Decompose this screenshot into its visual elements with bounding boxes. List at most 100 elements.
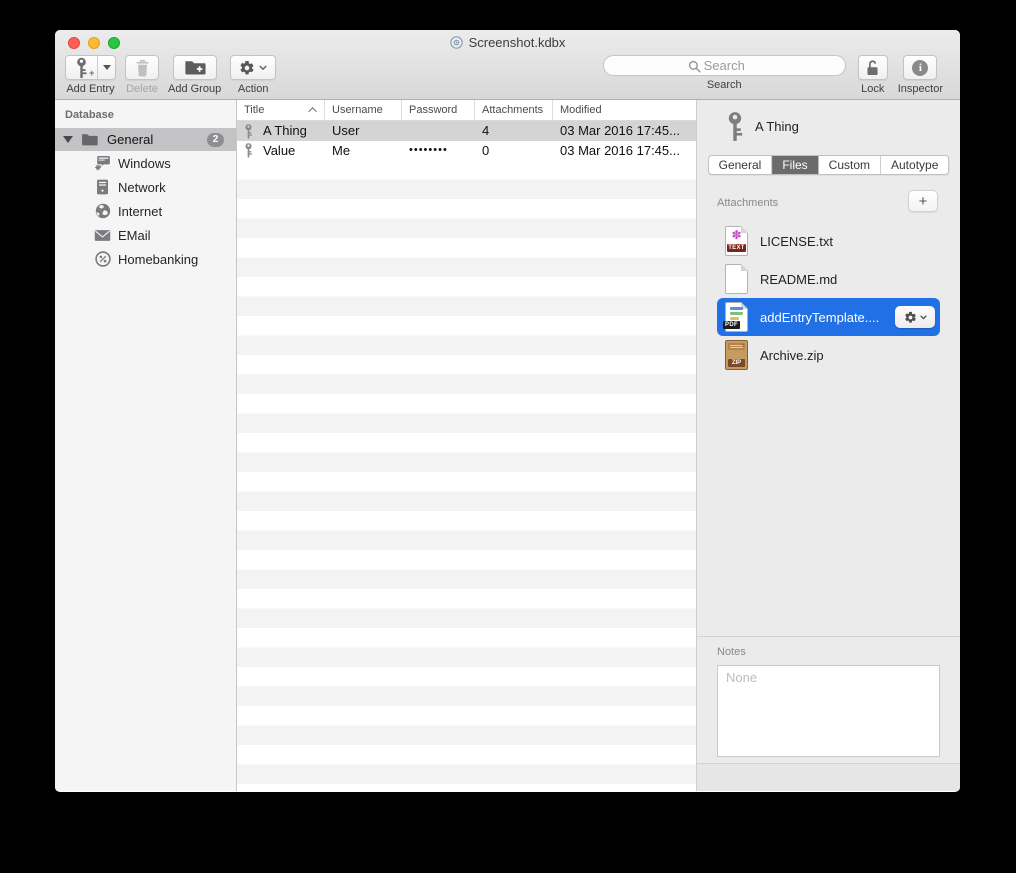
sidebar-item-homebanking[interactable]: Homebanking bbox=[55, 247, 236, 271]
homebanking-icon bbox=[94, 251, 111, 267]
add-entry-dropdown[interactable] bbox=[97, 56, 115, 79]
inspector-tabs: General Files Custom Autotype bbox=[708, 155, 950, 175]
action-item: Action bbox=[230, 55, 276, 95]
table-row[interactable]: A Thing User 4 03 Mar 2016 17:45... bbox=[237, 121, 696, 141]
inspector-item: i Inspector bbox=[898, 55, 943, 95]
key-icon bbox=[244, 142, 253, 158]
entry-username: User bbox=[325, 123, 402, 138]
entry-username: Me bbox=[325, 143, 402, 158]
lock-open-icon bbox=[865, 59, 880, 77]
search-label: Search bbox=[707, 79, 742, 91]
add-attachment-button[interactable]: + bbox=[908, 190, 938, 212]
inspector-label: Inspector bbox=[898, 83, 943, 95]
sidebar-item-label: Homebanking bbox=[118, 252, 198, 267]
zoom-window-button[interactable] bbox=[108, 37, 120, 49]
add-group-item: Add Group bbox=[168, 55, 221, 95]
gear-icon bbox=[904, 311, 917, 324]
add-entry-item: + Add Entry bbox=[65, 55, 116, 95]
tab-files[interactable]: Files bbox=[772, 156, 818, 174]
titlebar: Screenshot.kdbx bbox=[55, 30, 960, 55]
minimize-window-button[interactable] bbox=[88, 37, 100, 49]
action-button[interactable] bbox=[230, 55, 276, 80]
sidebar-item-label: EMail bbox=[118, 228, 151, 243]
attachment-name: README.md bbox=[760, 272, 837, 287]
tab-general[interactable]: General bbox=[709, 156, 773, 174]
document-file-icon bbox=[725, 264, 748, 294]
trash-icon bbox=[135, 59, 150, 77]
tab-custom[interactable]: Custom bbox=[819, 156, 881, 174]
search-field[interactable] bbox=[603, 55, 846, 76]
entry-password: •••••••• bbox=[402, 144, 475, 156]
sidebar-item-label: Network bbox=[118, 180, 166, 195]
sidebar: Database General 2 Windows bbox=[55, 100, 237, 791]
toolbar: + Add Entry Delete bbox=[55, 55, 960, 100]
text-file-icon: ✽TEXT bbox=[725, 226, 748, 256]
attachments-label: Attachments bbox=[717, 197, 778, 209]
inspector-entry-title: A Thing bbox=[755, 119, 799, 134]
inspector-entry-header: A Thing bbox=[725, 111, 799, 141]
close-window-button[interactable] bbox=[68, 37, 80, 49]
pdf-file-icon: PDF bbox=[725, 302, 748, 332]
traffic-lights bbox=[68, 37, 120, 49]
add-group-label: Add Group bbox=[168, 83, 221, 95]
attachment-list: ✽TEXT LICENSE.txt README.md PDF bbox=[717, 222, 940, 374]
column-header-modified[interactable]: Modified bbox=[553, 100, 696, 120]
document-icon bbox=[450, 36, 463, 49]
tab-autotype[interactable]: Autotype bbox=[881, 156, 948, 174]
column-header-password[interactable]: Password bbox=[402, 100, 475, 120]
search-input[interactable] bbox=[604, 56, 845, 75]
search-item: Search bbox=[603, 55, 846, 91]
sidebar-item-email[interactable]: EMail bbox=[55, 223, 236, 247]
folder-icon bbox=[81, 133, 98, 146]
column-header-username[interactable]: Username bbox=[325, 100, 402, 120]
network-icon bbox=[94, 179, 111, 195]
gear-icon bbox=[239, 60, 255, 76]
attachment-row-license[interactable]: ✽TEXT LICENSE.txt bbox=[717, 222, 940, 260]
attachment-action-button[interactable] bbox=[895, 306, 935, 328]
sidebar-item-internet[interactable]: Internet bbox=[55, 199, 236, 223]
entry-table: Title Username Password Attachments Modi… bbox=[237, 100, 696, 791]
inspector-button[interactable]: i bbox=[903, 55, 937, 80]
desktop-background: Screenshot.kdbx + Add Entry bbox=[0, 0, 1016, 873]
add-entry-button[interactable]: + bbox=[65, 55, 116, 80]
column-header-title[interactable]: Title bbox=[237, 100, 325, 120]
entry-modified: 03 Mar 2016 17:45... bbox=[553, 123, 696, 138]
internet-icon bbox=[94, 203, 111, 219]
attachment-row-template[interactable]: PDF addEntryTemplate.... bbox=[717, 298, 940, 336]
attachment-name: addEntryTemplate.... bbox=[760, 310, 879, 325]
entry-modified: 03 Mar 2016 17:45... bbox=[553, 143, 696, 158]
sort-ascending-icon bbox=[308, 107, 316, 115]
delete-button[interactable] bbox=[125, 55, 159, 80]
sidebar-item-label: Windows bbox=[118, 156, 171, 171]
attachment-row-readme[interactable]: README.md bbox=[717, 260, 940, 298]
attachment-row-archive[interactable]: +ZIP Archive.zip bbox=[717, 336, 940, 374]
lock-button[interactable] bbox=[858, 55, 888, 80]
email-icon bbox=[94, 229, 111, 242]
lock-item: Lock bbox=[858, 55, 888, 95]
entry-title: A Thing bbox=[263, 123, 307, 138]
disclosure-triangle-icon[interactable] bbox=[63, 136, 73, 143]
lock-label: Lock bbox=[861, 83, 884, 95]
inspector-footer bbox=[697, 763, 960, 791]
delete-label: Delete bbox=[126, 83, 158, 95]
sidebar-section-header: Database bbox=[55, 100, 236, 128]
attachment-name: LICENSE.txt bbox=[760, 234, 833, 249]
content-area: Database General 2 Windows bbox=[55, 100, 960, 791]
notes-input[interactable] bbox=[717, 665, 940, 757]
sidebar-item-windows[interactable]: Windows bbox=[55, 151, 236, 175]
sidebar-item-network[interactable]: Network bbox=[55, 175, 236, 199]
add-group-button[interactable] bbox=[173, 55, 217, 80]
key-plus-icon: + bbox=[66, 56, 97, 79]
entry-count-badge: 2 bbox=[207, 133, 224, 147]
sidebar-group-general[interactable]: General 2 bbox=[55, 128, 236, 151]
chevron-down-icon bbox=[259, 65, 267, 71]
table-row[interactable]: Value Me •••••••• 0 03 Mar 2016 17:45... bbox=[237, 141, 696, 161]
windows-icon bbox=[94, 155, 111, 171]
sidebar-group-label: General bbox=[107, 132, 153, 147]
entry-attachments-count: 0 bbox=[475, 143, 553, 158]
dropdown-arrow-icon bbox=[103, 65, 111, 70]
delete-item: Delete bbox=[125, 55, 159, 95]
entry-title: Value bbox=[263, 143, 295, 158]
key-icon bbox=[725, 111, 745, 141]
column-header-attachments[interactable]: Attachments bbox=[475, 100, 553, 120]
